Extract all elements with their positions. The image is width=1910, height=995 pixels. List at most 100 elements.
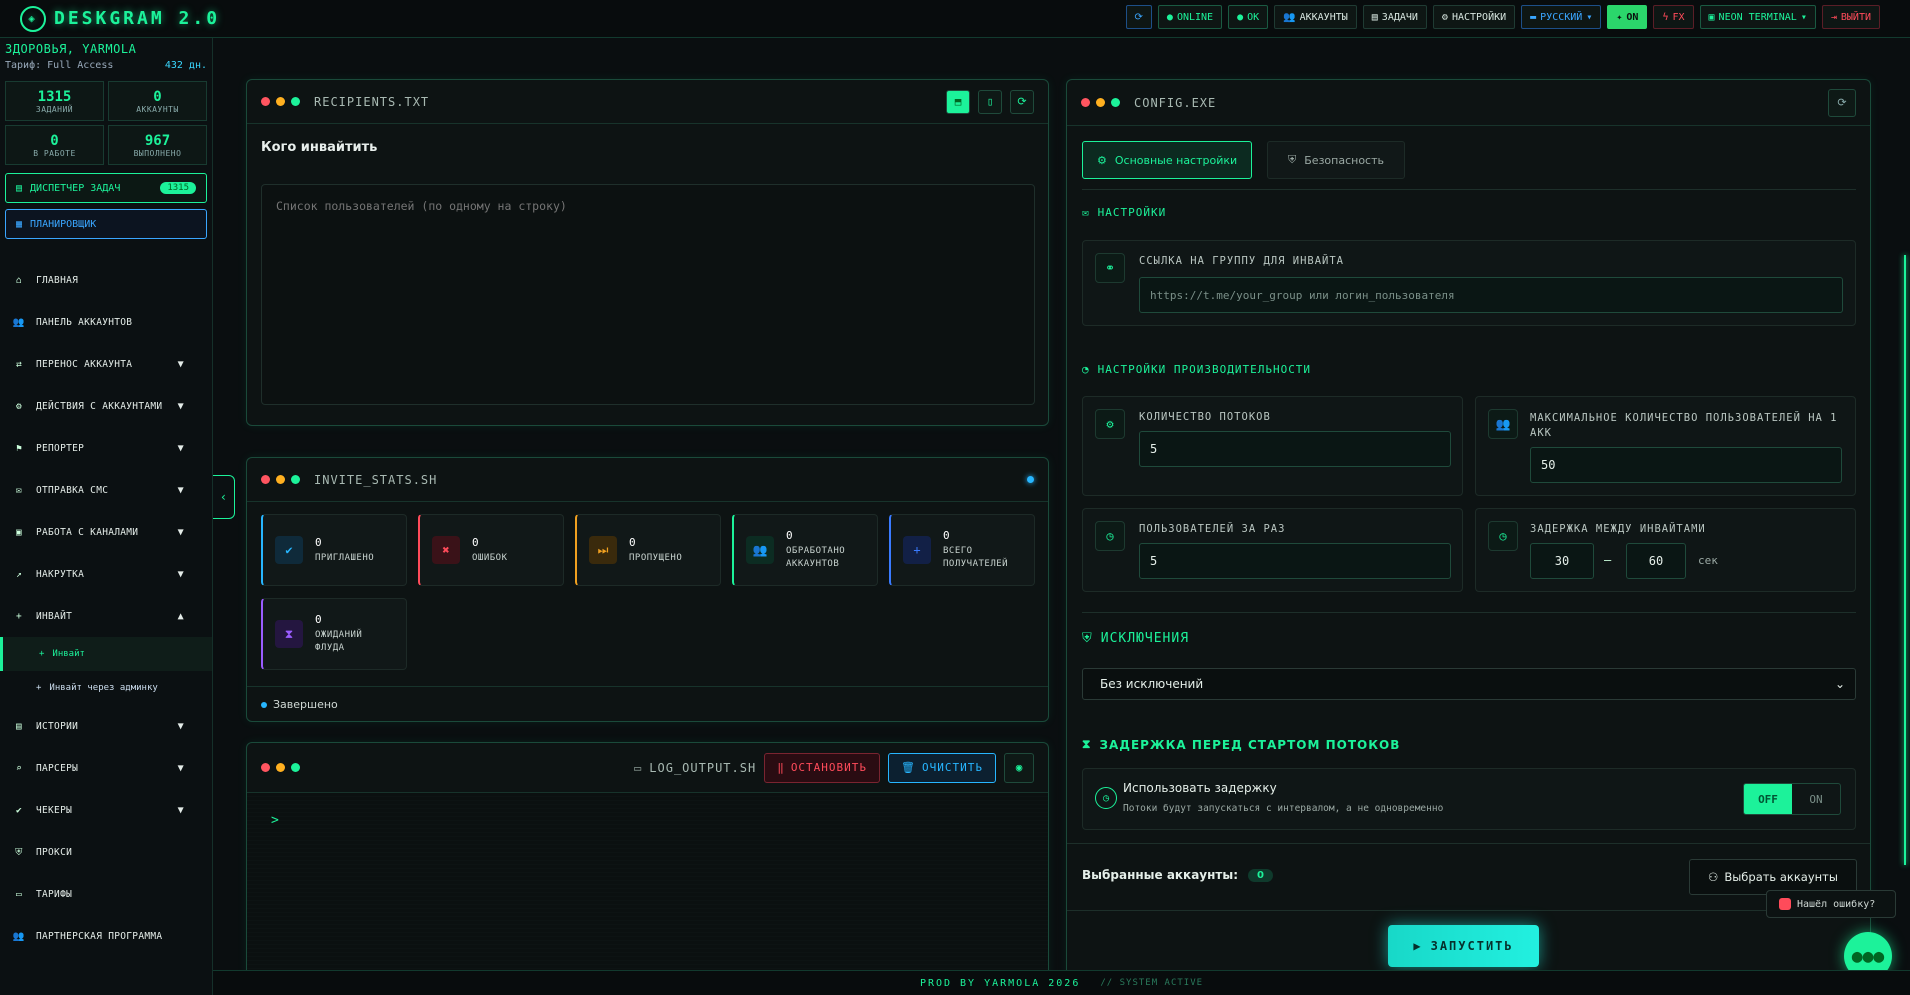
caret-down-icon: ▼ bbox=[177, 400, 184, 412]
flag-ru-icon: ▬ bbox=[1530, 11, 1537, 23]
toggle-view-button[interactable]: ◉ bbox=[1004, 752, 1034, 783]
stop-label: ОСТАНОВИТЬ bbox=[790, 761, 868, 774]
recipients-textarea[interactable] bbox=[261, 184, 1035, 405]
app-logo[interactable]: ◈ DESKGRAM 2.0 bbox=[20, 5, 220, 32]
settings-button[interactable]: ⚙ НАСТРОЙКИ bbox=[1432, 5, 1516, 29]
task-count-badge: 1315 bbox=[160, 182, 196, 194]
chevron-down-icon: ▾ bbox=[1800, 11, 1807, 23]
stat-errors: ✖ 0 ОШИБОК bbox=[418, 514, 564, 586]
language-select[interactable]: ▬ РУССКИЙ ▾ bbox=[1521, 5, 1602, 29]
nav-boost[interactable]: ↗ НАКРУТКА ▼ bbox=[0, 553, 212, 595]
user-transfer-icon: ⇄ bbox=[15, 358, 23, 370]
chat-icon: ✉ bbox=[15, 484, 23, 496]
briefcase-icon: ▣ bbox=[15, 526, 23, 538]
nav-sms[interactable]: ✉ ОТПРАВКА СМС ▼ bbox=[0, 469, 212, 511]
sidebar-collapse-button[interactable]: ‹ bbox=[213, 475, 235, 519]
sub-nav-invite[interactable]: + Инвайт bbox=[0, 637, 212, 671]
stat-value: 967 bbox=[144, 132, 171, 149]
nav-account-transfer[interactable]: ⇄ ПЕРЕНОС АККАУНТА ▼ bbox=[0, 343, 212, 385]
window-dot-yellow-icon bbox=[276, 97, 285, 106]
stat-label: АККАУНТЫ bbox=[136, 104, 179, 114]
power-toggle[interactable]: ✦ ON bbox=[1607, 5, 1648, 29]
gear-icon: ⚙ bbox=[1097, 153, 1107, 167]
divider bbox=[1082, 612, 1856, 613]
shield-check-icon: ⛨ bbox=[1082, 631, 1093, 646]
stat-accounts: 0 АККАУНТЫ bbox=[108, 81, 207, 121]
status-dot-icon bbox=[261, 701, 267, 708]
nav-stories[interactable]: ▤ ИСТОРИИ ▼ bbox=[0, 705, 212, 747]
window-dot-green-icon bbox=[291, 763, 300, 772]
sub-nav-invite-admin[interactable]: + Инвайт через админку bbox=[0, 671, 212, 705]
nav-checkers[interactable]: ✔ ЧЕКЕРЫ ▼ bbox=[0, 789, 212, 831]
toggle-on-option[interactable]: ON bbox=[1792, 784, 1840, 814]
eye-icon: ◉ bbox=[1015, 761, 1023, 774]
theme-select[interactable]: ▣ NEON TERMINAL ▾ bbox=[1699, 5, 1816, 29]
status-text: Завершено bbox=[273, 698, 338, 711]
toggle-off-option[interactable]: OFF bbox=[1744, 784, 1792, 814]
clear-button[interactable]: 🗑 ОЧИСТИТЬ bbox=[888, 752, 996, 783]
tab-label: Основные настройки bbox=[1114, 153, 1238, 167]
gauge-icon: ◔ bbox=[1082, 363, 1090, 376]
threads-input[interactable]: 5 bbox=[1139, 431, 1451, 467]
nav-home[interactable]: ⌂ ГЛАВНАЯ bbox=[0, 259, 212, 301]
accounts-button[interactable]: 👥 АККАУНТЫ bbox=[1274, 5, 1357, 29]
caret-up-icon: ▲ bbox=[177, 610, 184, 622]
file-button[interactable]: ▯ bbox=[978, 89, 1002, 114]
search-icon: ⌕ bbox=[15, 762, 23, 774]
file-icon: ▯ bbox=[986, 95, 994, 108]
settings-heading: ✉ НАСТРОЙКИ bbox=[1082, 206, 1166, 219]
chat-bubble-icon: ●●● bbox=[1851, 945, 1885, 967]
nav-accounts-panel[interactable]: 👥 ПАНЕЛЬ АККАУНТОВ bbox=[0, 301, 212, 343]
logout-button[interactable]: ⇥ ВЫЙТИ bbox=[1821, 5, 1880, 29]
nav-account-actions[interactable]: ⚙ ДЕЙСТВИЯ С АККАУНТАМИ ▼ bbox=[0, 385, 212, 427]
stat-card-value: 0 bbox=[786, 529, 794, 543]
nav-channels[interactable]: ▣ РАБОТА С КАНАЛАМИ ▼ bbox=[0, 511, 212, 553]
nav-proxy[interactable]: ⛨ ПРОКСИ bbox=[0, 831, 212, 873]
scrollbar-track[interactable] bbox=[1904, 255, 1906, 865]
delay-toggle[interactable]: OFF ON bbox=[1743, 783, 1841, 815]
panel-title: LOG_OUTPUT.SH bbox=[649, 760, 757, 775]
stop-button[interactable]: ‖ ОСТАНОВИТЬ bbox=[764, 752, 881, 783]
delay-from-input[interactable]: 30 bbox=[1530, 543, 1594, 579]
reload-button[interactable]: ⟳ bbox=[1828, 88, 1856, 117]
delay-to-input[interactable]: 60 bbox=[1626, 543, 1686, 579]
caret-down-icon: ▼ bbox=[177, 484, 184, 496]
user-cog-icon: ⚙ bbox=[15, 400, 23, 412]
stat-card-label-2: ФЛУДА bbox=[315, 643, 345, 654]
max-users-input[interactable]: 50 bbox=[1530, 447, 1842, 483]
recipients-panel: RECIPIENTS.TXT ⬒ ▯ ⟳ Кого инвайтить bbox=[246, 79, 1049, 426]
start-button[interactable]: ▶ ЗАПУСТИТЬ bbox=[1388, 925, 1539, 967]
accounts-label: АККАУНТЫ bbox=[1299, 11, 1348, 23]
tab-security[interactable]: ⛨ Безопасность bbox=[1267, 141, 1405, 179]
bug-report-button[interactable]: Нашёл ошибку? bbox=[1766, 890, 1896, 918]
scheduler-button[interactable]: ▦ ПЛАНИРОВЩИК bbox=[5, 209, 207, 239]
nav-tariffs[interactable]: ▭ ТАРИФЫ bbox=[0, 873, 212, 915]
sub-nav-label: Инвайт bbox=[52, 649, 85, 659]
per-batch-input[interactable]: 5 bbox=[1139, 543, 1451, 579]
exclusions-select[interactable]: Без исключений ⌄ bbox=[1082, 668, 1856, 700]
group-link-input[interactable]: https://t.me/your_group или логин_пользо… bbox=[1139, 277, 1843, 313]
user-plus-icon: + bbox=[15, 610, 23, 622]
nav-parsers[interactable]: ⌕ ПАРСЕРЫ ▼ bbox=[0, 747, 212, 789]
panel-actions: ⬒ ▯ ⟳ bbox=[946, 89, 1034, 114]
import-button[interactable]: ⬒ bbox=[946, 89, 970, 114]
x-icon: ✖ bbox=[432, 536, 460, 564]
task-manager-button[interactable]: ▤ ДИСПЕТЧЕР ЗАДАЧ 1315 bbox=[5, 173, 207, 203]
nav-invite[interactable]: + ИНВАЙТ ▲ bbox=[0, 595, 212, 637]
nav-partner[interactable]: 👥 ПАРТНЕРСКАЯ ПРОГРАММА bbox=[0, 915, 212, 957]
tab-main-settings[interactable]: ⚙ Основные настройки bbox=[1082, 141, 1253, 179]
config-panel: CONFIG.EXE ⟳ ⚙ Основные настройки ⛨ Безопа… bbox=[1066, 79, 1871, 982]
fx-label: FX bbox=[1672, 11, 1685, 23]
stat-processed-accounts: 👥 0 ОБРАБОТАНО АККАУНТОВ bbox=[732, 514, 878, 586]
nav-reporter[interactable]: ⚑ РЕПОРТЕР ▼ bbox=[0, 427, 212, 469]
use-delay-hint: Потоки будут запускаться с интервалом, а… bbox=[1123, 803, 1444, 814]
reload-button[interactable]: ⟳ bbox=[1010, 89, 1034, 114]
stories-icon: ▤ bbox=[15, 720, 23, 732]
stat-card-label: ОЖИДАНИЙ bbox=[315, 629, 363, 640]
live-indicator-icon bbox=[1027, 476, 1034, 483]
refresh-button[interactable]: ⟳ bbox=[1125, 5, 1152, 29]
delay-unit: сек bbox=[1698, 554, 1718, 567]
check-icon: ✔ bbox=[275, 536, 303, 564]
tasks-button[interactable]: ▤ ЗАДАЧИ bbox=[1362, 5, 1427, 29]
fx-button[interactable]: ϟ FX bbox=[1653, 5, 1694, 29]
